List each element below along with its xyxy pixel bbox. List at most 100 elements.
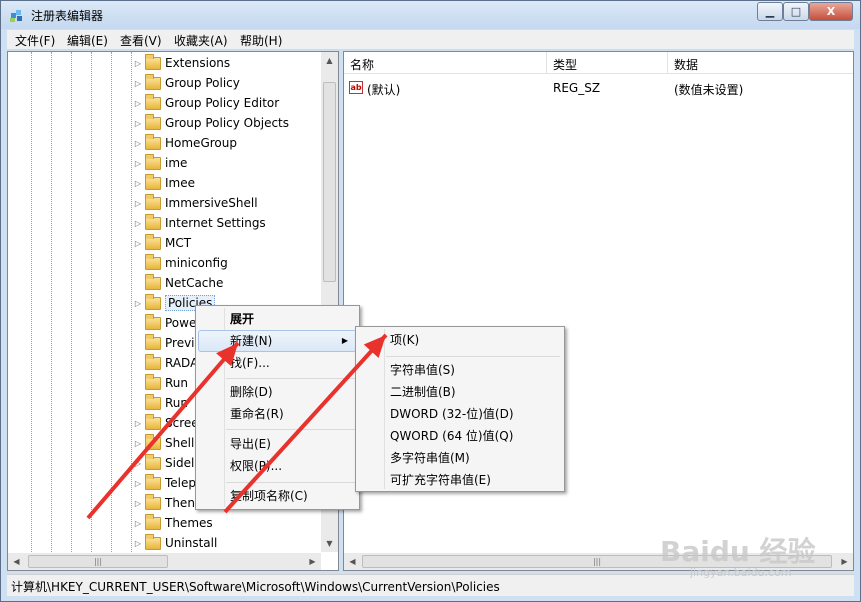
expand-arrow-icon[interactable]: ▷: [133, 119, 143, 128]
expand-arrow-icon[interactable]: ▷: [133, 539, 143, 548]
expand-arrow-icon[interactable]: ▷: [133, 439, 143, 448]
tree-guide-line: [71, 52, 72, 562]
title-bar[interactable]: 注册表编辑器 ▁ □ X: [1, 1, 860, 29]
tree-item[interactable]: miniconfig: [133, 253, 228, 273]
expand-arrow-icon[interactable]: ▷: [133, 459, 143, 468]
minimize-button[interactable]: ▁: [757, 2, 783, 21]
maximize-button[interactable]: □: [783, 2, 809, 21]
folder-icon: [145, 173, 161, 190]
tree-item[interactable]: RADA: [133, 353, 198, 373]
context-permissions[interactable]: 权限(P)...: [198, 455, 357, 477]
tree-item[interactable]: ▷ ime: [133, 153, 187, 173]
tree-item[interactable]: ▷ Then: [133, 493, 195, 513]
value-list-pane[interactable]: 名称 类型 数据 ab (默认) REG_SZ (数值未设置) ◀ ||| ▶: [343, 51, 854, 571]
folder-icon: [145, 473, 161, 490]
context-expand[interactable]: 展开: [198, 308, 357, 330]
tree-item[interactable]: Previ: [133, 333, 195, 353]
tree-item[interactable]: ▷ Group Policy: [133, 73, 240, 93]
context-export[interactable]: 导出(E): [198, 433, 357, 455]
column-divider[interactable]: [546, 52, 547, 74]
tree-item[interactable]: ▷ Telep: [133, 473, 196, 493]
expand-arrow-icon[interactable]: ▷: [133, 499, 143, 508]
scroll-up-icon[interactable]: ▲: [321, 52, 338, 69]
scroll-left-icon[interactable]: ◀: [8, 553, 25, 570]
tree-item[interactable]: ▷ Group Policy Objects: [133, 113, 289, 133]
new-key[interactable]: 项(K): [358, 329, 562, 351]
list-row[interactable]: ab (默认) REG_SZ (数值未设置): [344, 78, 853, 98]
tree-item-label: RADA: [165, 356, 199, 370]
tree-item[interactable]: ▷ HomeGroup: [133, 133, 237, 153]
tree-item-label: Themes: [165, 516, 213, 530]
expand-arrow-icon[interactable]: ▷: [133, 159, 143, 168]
tree-guide-line: [111, 52, 112, 562]
context-find[interactable]: 找(F)...: [198, 352, 357, 374]
new-qword-value[interactable]: QWORD (64 位)值(Q): [358, 425, 562, 447]
scroll-left-icon[interactable]: ◀: [344, 553, 361, 570]
tree-item[interactable]: ▷ Scree: [133, 413, 199, 433]
registry-editor-window: 注册表编辑器 ▁ □ X 文件(F) 编辑(E) 查看(V) 收藏夹(A) 帮助…: [0, 0, 861, 602]
menu-help[interactable]: 帮助(H): [240, 32, 282, 49]
tree-item[interactable]: ▷ Sidel: [133, 453, 194, 473]
tree-item[interactable]: NetCache: [133, 273, 223, 293]
menu-file[interactable]: 文件(F): [15, 32, 55, 49]
expand-arrow-icon[interactable]: ▷: [133, 139, 143, 148]
tree-item[interactable]: Powe: [133, 313, 196, 333]
context-new[interactable]: 新建(N) ▶: [198, 330, 357, 352]
new-multi-string-value[interactable]: 多字符串值(M): [358, 447, 562, 469]
context-rename[interactable]: 重命名(R): [198, 403, 357, 425]
expand-arrow-icon[interactable]: ▷: [133, 299, 143, 308]
tree-item[interactable]: ▷ ImmersiveShell: [133, 193, 258, 213]
column-name-header[interactable]: 名称: [350, 56, 374, 73]
expand-arrow-icon[interactable]: ▷: [133, 479, 143, 488]
expand-arrow-icon[interactable]: ▷: [133, 59, 143, 68]
tree-horizontal-scrollbar[interactable]: ◀ ||| ▶: [8, 553, 321, 570]
context-delete[interactable]: 删除(D): [198, 381, 357, 403]
new-string-value[interactable]: 字符串值(S): [358, 359, 562, 381]
scroll-right-icon[interactable]: ▶: [304, 553, 321, 570]
column-type-header[interactable]: 类型: [553, 56, 577, 73]
window-title: 注册表编辑器: [31, 9, 104, 23]
menu-view[interactable]: 查看(V): [120, 32, 162, 49]
expand-arrow-icon[interactable]: ▷: [133, 519, 143, 528]
tree-item[interactable]: Run: [133, 393, 188, 413]
scroll-right-icon[interactable]: ▶: [836, 553, 853, 570]
tree-item[interactable]: ▷ Internet Settings: [133, 213, 266, 233]
tree-item[interactable]: Run: [133, 373, 188, 393]
expand-arrow-icon[interactable]: ▷: [133, 179, 143, 188]
menu-separator: [226, 378, 355, 379]
tree-guide-line: [31, 52, 32, 562]
expand-arrow-icon[interactable]: ▷: [133, 239, 143, 248]
column-divider[interactable]: [667, 52, 668, 74]
expand-arrow-icon[interactable]: ▷: [133, 99, 143, 108]
tree-item-label: Uninstall: [165, 536, 218, 550]
expand-arrow-icon[interactable]: ▷: [133, 219, 143, 228]
tree-item[interactable]: ▷ Shell: [133, 433, 194, 453]
tree-item-label: Group Policy Editor: [165, 96, 280, 110]
close-button[interactable]: X: [809, 2, 853, 21]
tree-item[interactable]: ▷ Uninstall: [133, 533, 217, 553]
new-binary-value[interactable]: 二进制值(B): [358, 381, 562, 403]
tree-scroll-thumb[interactable]: [323, 82, 336, 282]
tree-item-label: Run: [165, 376, 189, 390]
tree-item[interactable]: ▷ Group Policy Editor: [133, 93, 279, 113]
tree-item[interactable]: ▷ Extensions: [133, 53, 230, 73]
tree-item-label: Group Policy Objects: [165, 116, 290, 130]
column-data-header[interactable]: 数据: [674, 56, 698, 73]
menu-edit[interactable]: 编辑(E): [67, 32, 108, 49]
folder-icon: [145, 213, 161, 230]
tree-item[interactable]: ▷ Imee: [133, 173, 195, 193]
tree-item-label: NetCache: [165, 276, 224, 290]
folder-icon: [145, 313, 161, 330]
menu-favorites[interactable]: 收藏夹(A): [174, 32, 228, 49]
tree-hscroll-thumb[interactable]: |||: [28, 555, 168, 568]
scroll-down-icon[interactable]: ▼: [321, 535, 338, 552]
new-dword-value[interactable]: DWORD (32-位)值(D): [358, 403, 562, 425]
expand-arrow-icon[interactable]: ▷: [133, 79, 143, 88]
tree-item[interactable]: ▷ Themes: [133, 513, 213, 533]
context-copy-key-name[interactable]: 复制项名称(C): [198, 485, 357, 507]
folder-icon: [145, 273, 161, 290]
new-expandable-string-value[interactable]: 可扩充字符串值(E): [358, 469, 562, 491]
tree-item[interactable]: ▷ MCT: [133, 233, 191, 253]
expand-arrow-icon[interactable]: ▷: [133, 419, 143, 428]
expand-arrow-icon[interactable]: ▷: [133, 199, 143, 208]
